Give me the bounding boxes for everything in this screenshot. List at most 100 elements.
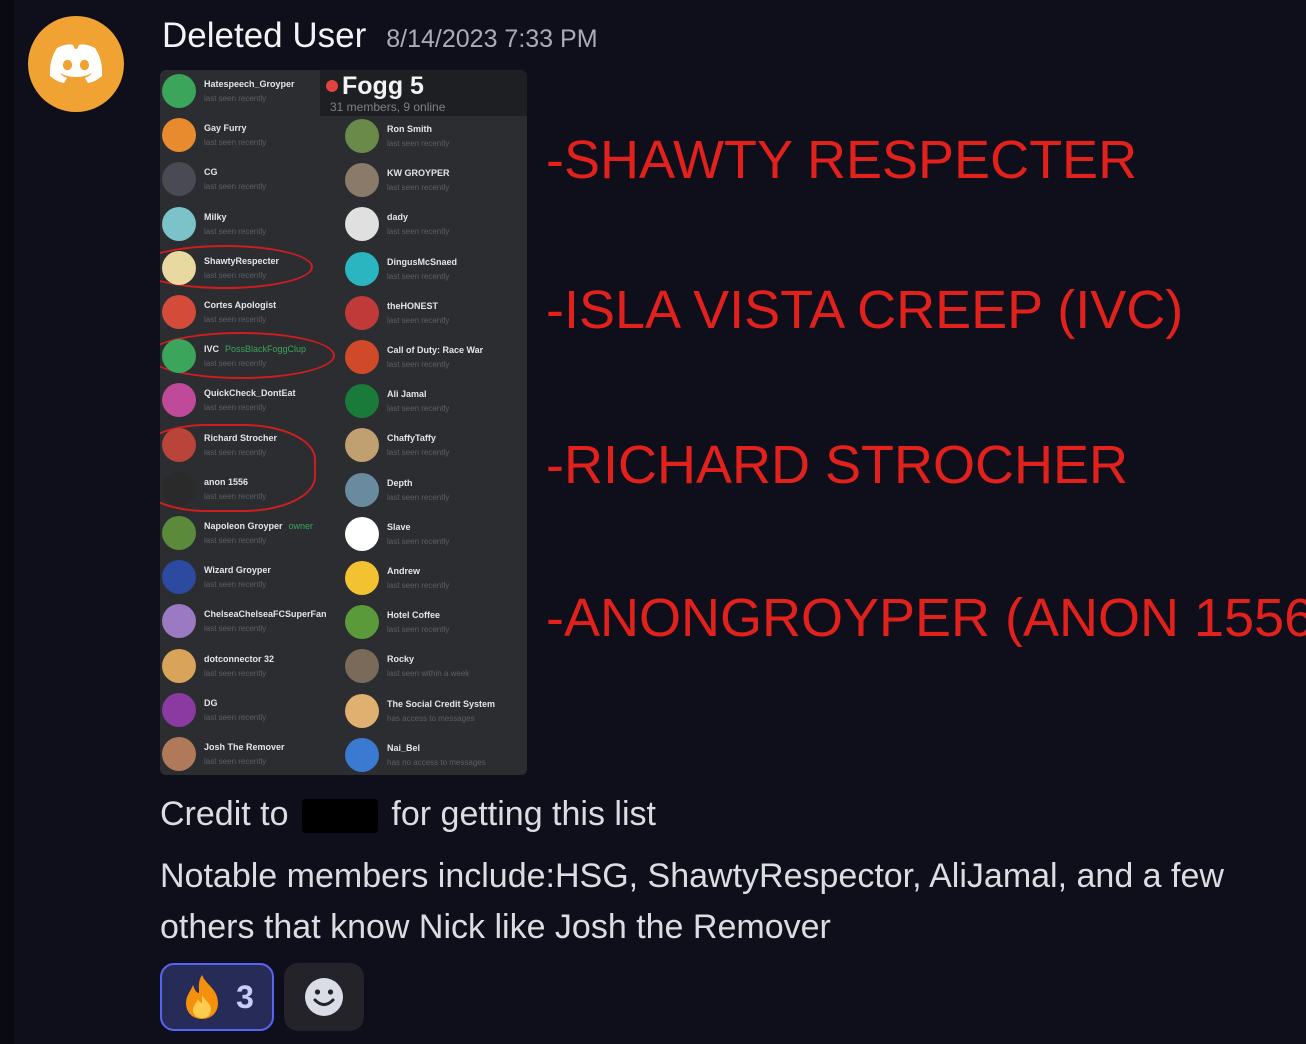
member-list-item[interactable]: DingusMcSnaed last seen recently [345, 250, 457, 290]
fire-reaction-button[interactable]: 3 [160, 963, 274, 1031]
member-avatar [345, 251, 379, 286]
member-list-item[interactable]: ChelseaChelseaFCSuperFan last seen recent… [162, 602, 327, 642]
member-name: Hotel Coffee [387, 609, 449, 621]
member-list-item[interactable]: Hotel Coffee last seen recently [345, 603, 449, 643]
member-list-item[interactable]: Ron Smith last seen recently [345, 117, 449, 157]
member-status: last seen recently [387, 360, 450, 369]
member-avatar [345, 340, 379, 374]
member-name: Hatespeech_Groyper [204, 78, 295, 90]
member-status: last seen recently [387, 404, 450, 414]
member-list-item[interactable]: The Social Credit System has access to me… [345, 692, 495, 732]
member-avatar [345, 428, 379, 463]
member-list-item[interactable]: Call of Duty: Race War last seen recently [345, 338, 483, 378]
member-avatar [345, 516, 379, 551]
member-name: Cortes Apologist [204, 299, 276, 311]
message-text-credit: Credit to for getting this list [160, 789, 656, 839]
member-list-item[interactable]: theHONEST last seen recently [345, 294, 449, 334]
member-list-item[interactable]: Depth last seen recently [345, 471, 449, 511]
member-status: last seen recently [204, 712, 267, 722]
member-avatar [345, 119, 379, 153]
server-header: Fogg 5 31 members, 9 online [320, 70, 527, 116]
member-list-item[interactable]: Rocky last seen within a week [345, 647, 469, 687]
member-list-item[interactable]: Hatespeech_Groyper last seen recently [162, 72, 295, 112]
member-avatar [345, 295, 379, 330]
member-list-item[interactable]: Napoleon Groyper owner last seen recently [162, 514, 313, 554]
member-name-text: Josh The Remover [204, 742, 285, 752]
add-reaction-smiley-icon [305, 978, 343, 1016]
member-list-item[interactable]: IVC PossBlackFoggClup last seen recently [162, 337, 306, 377]
member-name-text: Ron Smith [387, 124, 432, 134]
member-status: last seen recently [204, 182, 267, 192]
add-reaction-button[interactable] [284, 963, 364, 1031]
member-status: last seen recently [204, 138, 267, 148]
member-avatar [162, 604, 196, 639]
attached-screenshot[interactable]: Fogg 5 31 members, 9 online Hatespeech_G… [160, 70, 527, 775]
member-list-item[interactable]: anon 1556 last seen recently [162, 470, 266, 510]
member-name-text: ShawtyRespecter [204, 255, 280, 266]
member-status: last seen recently [387, 315, 450, 325]
member-list-item[interactable]: dotconnector 32 last seen recently [162, 647, 274, 687]
member-name-text: Nai_Bel [387, 742, 421, 753]
member-status: last seen within a week [387, 669, 470, 679]
member-avatar [345, 649, 379, 684]
member-list-item[interactable]: Cortes Apologist last seen recently [162, 293, 276, 333]
server-name: Fogg 5 [342, 72, 424, 100]
user-avatar[interactable] [28, 16, 124, 112]
member-status: last seen recently [204, 624, 267, 634]
member-status: last seen recently [204, 580, 267, 590]
reaction-count: 3 [236, 978, 254, 1015]
annotation-label: -ISLA VISTA CREEP (IVC) [546, 280, 1184, 340]
member-name: Gay Furry [204, 122, 266, 134]
member-list-item[interactable]: Andrew last seen recently [345, 559, 449, 599]
member-list-item[interactable]: QuickCheck_DontEatlast seen recently [162, 381, 296, 421]
member-name-text: DingusMcSnaed [387, 256, 458, 267]
member-status: has access to messages [387, 713, 475, 723]
member-list-item[interactable]: Ali Jamal last seen recently [345, 382, 449, 422]
member-name: Rocky [387, 653, 469, 665]
window-edge [0, 0, 14, 1044]
member-name-text: Hatespeech_Groyper [204, 79, 295, 89]
member-list-item[interactable]: Wizard Groyper last seen recently [162, 558, 271, 598]
member-list-item[interactable]: Josh The Remover last seen recently [162, 735, 285, 775]
member-avatar [162, 250, 196, 285]
member-status: last seen recently [387, 271, 450, 281]
member-list-item[interactable]: Richard Strocher last seen recently [162, 426, 277, 466]
member-list-item[interactable]: dady last seen recently [345, 205, 449, 245]
annotation-label: -RICHARD STROCHER [546, 435, 1129, 495]
annotation-label: -SHAWTY RESPECTER [546, 130, 1138, 190]
member-list-item[interactable]: Slave last seen recently [345, 515, 449, 555]
member-list-item[interactable]: Milky last seen recently [162, 205, 266, 245]
member-name: Nai_Bel [387, 742, 486, 754]
member-status: last seen recently [387, 139, 450, 148]
member-avatar [345, 207, 379, 242]
member-avatar [162, 383, 196, 418]
member-name-text: DG [204, 697, 218, 708]
member-avatar [345, 163, 379, 198]
member-list-item[interactable]: Nai_Belhas no access to messages [345, 736, 486, 775]
member-name: Slave [387, 521, 449, 533]
member-avatar [345, 561, 379, 595]
member-list-item[interactable]: ChaffyTaffy last seen recently [345, 426, 449, 466]
member-name: QuickCheck_DontEat [204, 387, 296, 399]
member-status: last seen recently [204, 403, 267, 413]
member-list-item[interactable]: KW GROYPER last seen recently [345, 161, 450, 201]
member-name: theHONEST [387, 300, 449, 312]
member-list-item[interactable]: DG last seen recently [162, 691, 266, 731]
member-name-text: Andrew [387, 566, 421, 576]
member-list-item[interactable]: CG last seen recently [162, 160, 266, 200]
member-list-item[interactable]: Gay Furry last seen recently [162, 116, 266, 156]
member-name-text: ChaffyTaffy [387, 433, 436, 444]
member-name-text: Ali Jamal [387, 389, 427, 400]
member-avatar [345, 605, 379, 640]
redaction-box [301, 799, 378, 834]
author-name[interactable]: Deleted User [162, 16, 366, 56]
member-name-text: Cortes Apologist [204, 300, 277, 310]
member-avatar [162, 118, 196, 153]
member-list-item[interactable]: ShawtyRespecter last seen recently [162, 249, 279, 289]
member-name: Depth [387, 477, 449, 489]
member-name: ShawtyRespecter [204, 255, 279, 267]
member-status: has no access to messages [387, 757, 486, 767]
member-name-text: Milky [204, 211, 227, 222]
member-name-text: Hotel Coffee [387, 610, 441, 621]
member-avatar [162, 295, 196, 329]
